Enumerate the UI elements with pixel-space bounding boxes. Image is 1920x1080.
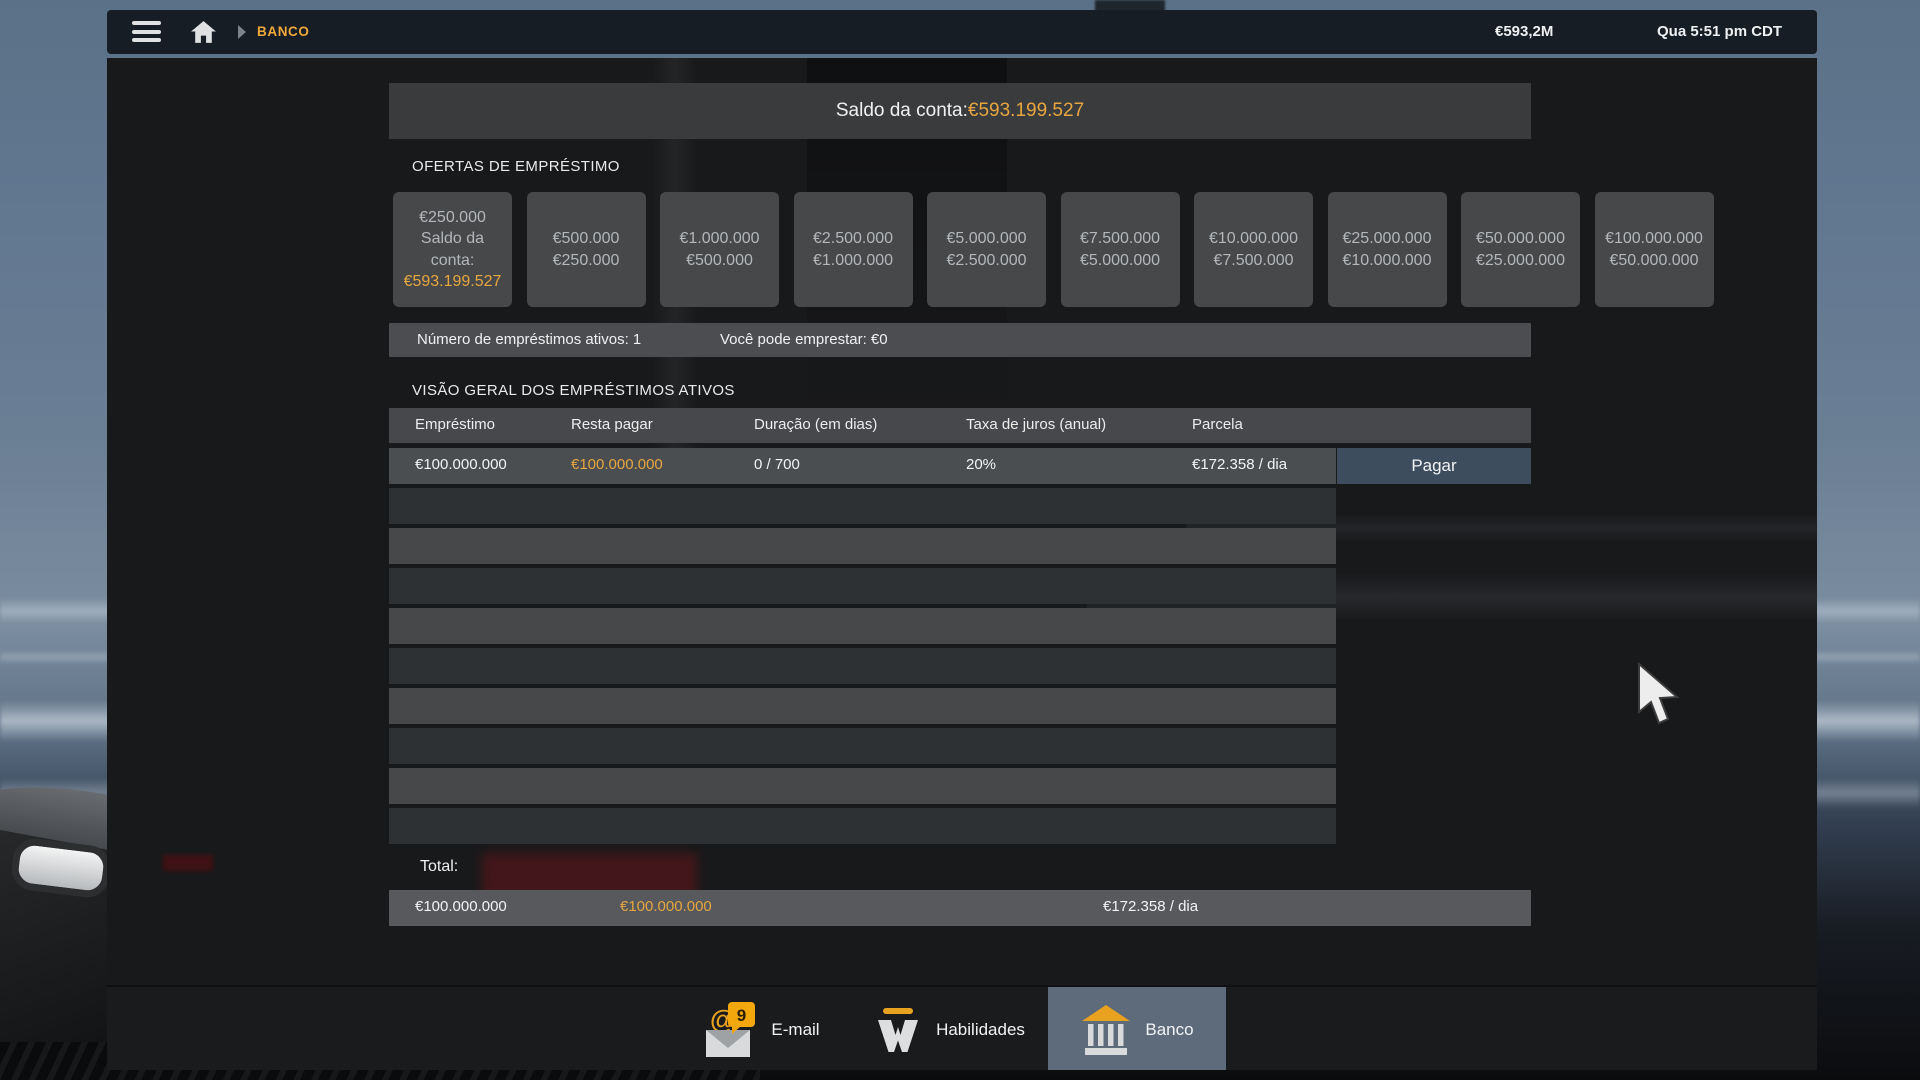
loan-amount: €2.500.000 xyxy=(813,228,893,249)
total-loan: €100.000.000 xyxy=(415,898,507,915)
breadcrumb-caret-icon xyxy=(238,25,246,39)
active-loans-count: Número de empréstimos ativos: 1 xyxy=(417,331,641,348)
loan-amount: €1.000.000 xyxy=(679,228,759,249)
loan-offer-card[interactable]: €250.000 Saldo da conta: €593.199.527 xyxy=(393,192,512,307)
total-label: Total: xyxy=(420,858,458,876)
account-balance-bar: Saldo da conta: €593.199.527 xyxy=(389,83,1531,139)
home-icon[interactable] xyxy=(190,19,217,45)
loan-repay-amount: €1.000.000 xyxy=(813,250,893,271)
loan-offer-card[interactable]: €10.000.000 €7.500.000 xyxy=(1194,192,1313,307)
loan-offer-card[interactable]: €5.000.000 €2.500.000 xyxy=(927,192,1046,307)
tab-skills[interactable]: Habilidades xyxy=(860,987,1038,1070)
installment-cell: €172.358 / dia xyxy=(1192,456,1287,473)
loan-offer-card[interactable]: €7.500.000 €5.000.000 xyxy=(1061,192,1180,307)
loan-amount: €100.000.000 xyxy=(1605,228,1703,249)
borrow-capacity: Você pode emprestar: €0 xyxy=(720,331,888,348)
loan-offer-card[interactable]: €500.000 €250.000 xyxy=(527,192,646,307)
loan-amount: €25.000.000 xyxy=(1343,228,1432,249)
empty-loan-rows xyxy=(389,488,1336,848)
loan-amount: €7.500.000 xyxy=(1080,228,1160,249)
empty-loan-row xyxy=(389,808,1336,844)
account-balance-value: €593.199.527 xyxy=(968,100,1084,122)
tab-skills-label: Habilidades xyxy=(936,1020,1025,1040)
loan-repay-amount: €7.500.000 xyxy=(1213,250,1293,271)
top-bar: BANCO €593,2M Qua 5:51 pm CDT xyxy=(107,10,1817,54)
loan-offer-card[interactable]: €25.000.000 €10.000.000 xyxy=(1328,192,1447,307)
col-duration: Duração (em dias) xyxy=(754,416,877,433)
loan-amount: €10.000.000 xyxy=(1209,228,1298,249)
email-icon: @ 9 xyxy=(702,1000,758,1060)
active-loans-title: VISÃO GERAL DOS EMPRÉSTIMOS ATIVOS xyxy=(412,382,735,399)
interest-cell: 20% xyxy=(966,456,996,473)
tab-email[interactable]: @ 9 E-mail xyxy=(672,987,850,1070)
col-remaining: Resta pagar xyxy=(571,416,653,433)
col-loan: Empréstimo xyxy=(415,416,495,433)
loan-offer-card[interactable]: €1.000.000 €500.000 xyxy=(660,192,779,307)
loan-amount: €250.000 xyxy=(419,207,486,228)
bank-icon xyxy=(1080,1002,1132,1058)
bank-window: BANCO €593,2M Qua 5:51 pm CDT Saldo da c… xyxy=(107,10,1817,1070)
loan-repay-amount: €5.000.000 xyxy=(1080,250,1160,271)
loan-repay-amount: €50.000.000 xyxy=(1610,250,1699,271)
loan-repay-amount: €25.000.000 xyxy=(1476,250,1565,271)
account-balance-label: Saldo da conta: xyxy=(836,100,968,122)
breadcrumb[interactable]: BANCO xyxy=(257,24,310,39)
game-background: BANCO €593,2M Qua 5:51 pm CDT Saldo da c… xyxy=(0,0,1920,1080)
tab-bank-label: Banco xyxy=(1145,1020,1193,1040)
loans-table-header: Empréstimo Resta pagar Duração (em dias)… xyxy=(389,408,1531,443)
loan-amount-cell: €100.000.000 xyxy=(415,456,507,473)
empty-loan-row xyxy=(389,768,1336,804)
pay-button[interactable]: Pagar xyxy=(1337,448,1531,484)
loan-offers-title: OFERTAS DE EMPRÉSTIMO xyxy=(412,158,620,175)
empty-loan-row xyxy=(389,688,1336,724)
loan-status-bar: Número de empréstimos ativos: 1 Você pod… xyxy=(389,323,1531,357)
total-installment: €172.358 / dia xyxy=(1103,898,1198,915)
empty-loan-row xyxy=(389,608,1336,644)
loan-repay-amount: €2.500.000 xyxy=(946,250,1026,271)
empty-loan-row xyxy=(389,528,1336,564)
loan-repay-amount: Saldo da conta: xyxy=(398,228,507,270)
tab-bank-active[interactable]: Banco xyxy=(1048,987,1226,1070)
loan-offer-card[interactable]: €100.000.000 €50.000.000 xyxy=(1595,192,1714,307)
loan-amount: €50.000.000 xyxy=(1476,228,1565,249)
loan-table-row: €100.000.000 €100.000.000 0 / 700 20% €1… xyxy=(389,448,1336,484)
loan-repay-amount: €10.000.000 xyxy=(1343,250,1432,271)
loan-repay-amount: €500.000 xyxy=(686,250,753,271)
totals-bar: €100.000.000 €100.000.000 €172.358 / dia xyxy=(389,890,1531,926)
clock: Qua 5:51 pm CDT xyxy=(1657,23,1782,40)
menu-icon[interactable] xyxy=(132,21,161,43)
empty-loan-row xyxy=(389,648,1336,684)
loan-offer-card[interactable]: €2.500.000 €1.000.000 xyxy=(794,192,913,307)
total-remaining: €100.000.000 xyxy=(620,898,712,915)
money-indicator: €593,2M xyxy=(1495,23,1553,40)
loan-offers-row: €250.000 Saldo da conta: €593.199.527 €5… xyxy=(393,192,1728,307)
loan-repay-amount: €250.000 xyxy=(553,250,620,271)
col-interest: Taxa de juros (anual) xyxy=(966,416,1106,433)
bank-panel: Saldo da conta: €593.199.527 OFERTAS DE … xyxy=(107,58,1817,1070)
empty-loan-row xyxy=(389,568,1336,604)
duration-cell: 0 / 700 xyxy=(754,456,800,473)
loan-amount: €5.000.000 xyxy=(946,228,1026,249)
taillight-glow xyxy=(163,855,213,871)
bottom-dock: @ 9 E-mail Habilidades xyxy=(107,985,1817,1070)
svg-text:9: 9 xyxy=(737,1006,746,1025)
empty-loan-row xyxy=(389,728,1336,764)
loan-amount: €500.000 xyxy=(553,228,620,249)
remaining-cell: €100.000.000 xyxy=(571,456,663,473)
col-installment: Parcela xyxy=(1192,416,1243,433)
tab-email-label: E-mail xyxy=(771,1020,819,1040)
loan-balance-preview: €593.199.527 xyxy=(404,271,502,292)
skills-icon xyxy=(873,1004,923,1056)
empty-loan-row xyxy=(389,488,1336,524)
loan-offer-card[interactable]: €50.000.000 €25.000.000 xyxy=(1461,192,1580,307)
